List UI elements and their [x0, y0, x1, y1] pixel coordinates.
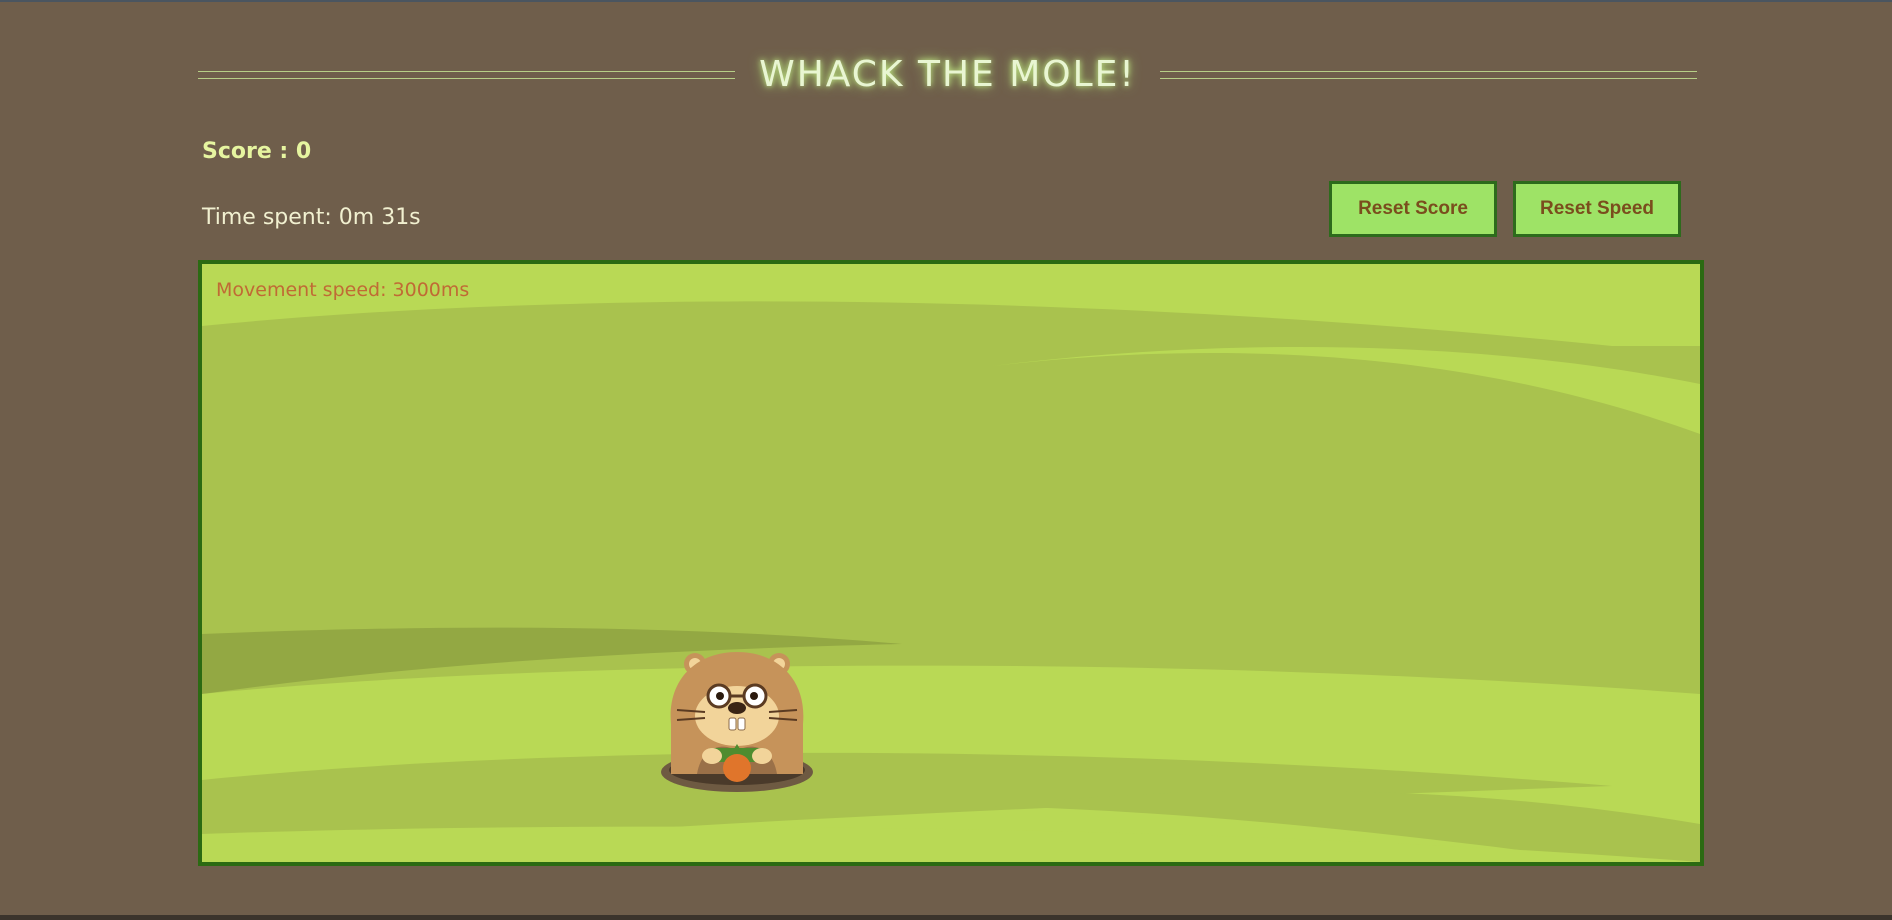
game-title: WHACK THE MOLE!	[759, 54, 1136, 95]
title-row: WHACK THE MOLE!	[198, 50, 1698, 100]
game-container: WHACK THE MOLE! Score : 0 Time spent: 0m…	[198, 0, 1704, 920]
score-display: Score : 0	[202, 139, 312, 164]
reset-score-button[interactable]: Reset Score	[1329, 181, 1497, 237]
mole-character-icon[interactable]	[657, 644, 817, 794]
game-field[interactable]: Movement speed: 3000ms	[198, 260, 1704, 866]
movement-speed-display: Movement speed: 3000ms	[216, 279, 470, 301]
grass-background	[202, 264, 1700, 862]
window-bottom-border	[0, 915, 1892, 920]
title-divider-left	[198, 71, 735, 79]
time-spent-display: Time spent: 0m 31s	[202, 205, 421, 230]
reset-speed-button[interactable]: Reset Speed	[1513, 181, 1681, 237]
title-divider-right	[1160, 71, 1697, 79]
